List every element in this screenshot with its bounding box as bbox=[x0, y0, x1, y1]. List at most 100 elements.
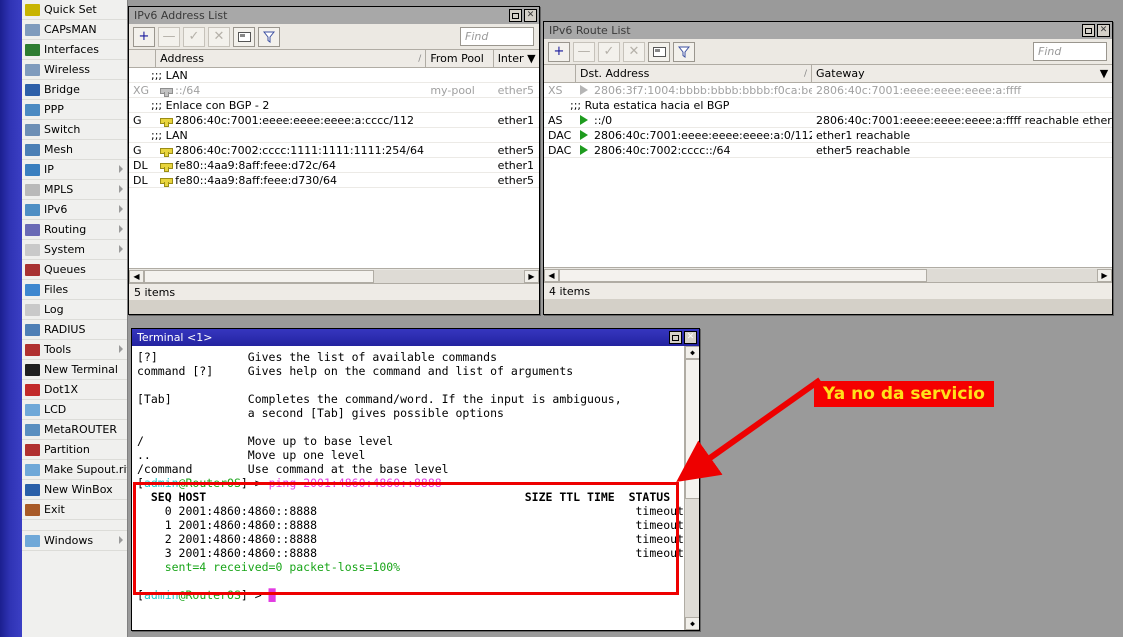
sidebar-item-metarouter[interactable]: MetaROUTER bbox=[22, 420, 127, 440]
sidebar-item-make-supout-rif[interactable]: Make Supout.rif bbox=[22, 460, 127, 480]
table-row[interactable]: XS2806:3f7:1004:bbbb:bbbb:bbbb:f0ca:bebe… bbox=[544, 83, 1112, 98]
terminal-scroll-thumb[interactable] bbox=[685, 359, 699, 499]
sidebar-item-mesh[interactable]: Mesh bbox=[22, 140, 127, 160]
address-col-flags[interactable] bbox=[129, 50, 156, 67]
sidebar-item-lcd[interactable]: LCD bbox=[22, 400, 127, 420]
address-window-maximize-icon[interactable] bbox=[509, 9, 522, 22]
sidebar-item-windows[interactable]: Windows bbox=[22, 531, 127, 551]
route-col-gateway[interactable]: Gateway bbox=[812, 65, 1096, 82]
comment-icon[interactable] bbox=[648, 42, 670, 62]
sidebar-item-system[interactable]: System bbox=[22, 240, 127, 260]
sidebar-item-switch[interactable]: Switch bbox=[22, 120, 127, 140]
table-row[interactable]: G2806:40c:7002:cccc:1111:1111:1111:254/6… bbox=[129, 143, 539, 158]
sidebar-item-routing[interactable]: Routing bbox=[22, 220, 127, 240]
ipv6-address-list-window[interactable]: IPv6 Address List ✕ + — ✓ ✕ Find Address… bbox=[128, 6, 540, 315]
row-interface: ether1 bbox=[494, 159, 539, 172]
address-column-chooser-icon[interactable]: ▼ bbox=[524, 50, 539, 67]
address-hscroll-left-icon[interactable]: ◀ bbox=[129, 270, 144, 283]
route-col-dst[interactable]: Dst. Address/ bbox=[576, 65, 812, 82]
sidebar-item-exit[interactable]: Exit bbox=[22, 500, 127, 520]
terminal-scroll-down-icon[interactable]: ◆ bbox=[685, 617, 699, 630]
table-row[interactable]: DAC2806:40c:7002:cccc::/64ether5 reachab… bbox=[544, 143, 1112, 158]
sidebar-item-log[interactable]: Log bbox=[22, 300, 127, 320]
chevron-right-icon bbox=[119, 205, 123, 213]
table-row[interactable]: DLfe80::4aa9:8aff:feee:d730/64ether5 bbox=[129, 173, 539, 188]
terminal-scroll-up-icon[interactable]: ◆ bbox=[685, 346, 699, 359]
table-row[interactable]: XG::/64my-poolether5 bbox=[129, 83, 539, 98]
table-row[interactable]: DAC2806:40c:7001:eeee:eeee:eeee:a:0/112e… bbox=[544, 128, 1112, 143]
sidebar-item-dot1x[interactable]: Dot1X bbox=[22, 380, 127, 400]
row-flags: XS bbox=[544, 84, 576, 97]
table-row-comment[interactable]: ;;; LAN bbox=[129, 68, 539, 83]
route-find-input[interactable]: Find bbox=[1033, 42, 1107, 61]
table-row-comment[interactable]: ;;; LAN bbox=[129, 128, 539, 143]
sidebar-item-new-terminal[interactable]: New Terminal bbox=[22, 360, 127, 380]
terminal-window[interactable]: Terminal <1> ✕ [?] Gives the list of ava… bbox=[131, 328, 700, 631]
comment-icon[interactable] bbox=[233, 27, 255, 47]
route-column-header[interactable]: Dst. Address/ Gateway ▼ bbox=[544, 65, 1112, 83]
route-hscroll-right-icon[interactable]: ▶ bbox=[1097, 269, 1112, 282]
enable-address-button[interactable]: ✓ bbox=[183, 27, 205, 47]
route-hscrollbar[interactable]: ◀ ▶ bbox=[544, 267, 1112, 282]
sidebar-item-capsman[interactable]: CAPsMAN bbox=[22, 20, 127, 40]
address-row-list[interactable]: ;;; LANXG::/64my-poolether5;;; Enlace co… bbox=[129, 68, 539, 268]
route-window-titlebar[interactable]: IPv6 Route List ✕ bbox=[544, 22, 1112, 39]
row-address: fe80::4aa9:8aff:feee:d730/64 bbox=[156, 174, 426, 187]
sidebar-item-new-winbox[interactable]: New WinBox bbox=[22, 480, 127, 500]
address-find-input[interactable]: Find bbox=[460, 27, 534, 46]
sidebar-item-ip[interactable]: IP bbox=[22, 160, 127, 180]
sidebar-item-queues[interactable]: Queues bbox=[22, 260, 127, 280]
terminal-titlebar[interactable]: Terminal <1> ✕ bbox=[132, 329, 699, 346]
sidebar-item-radius[interactable]: RADIUS bbox=[22, 320, 127, 340]
address-window-toolbar[interactable]: + — ✓ ✕ Find bbox=[129, 24, 539, 50]
address-column-header[interactable]: Address/ From Pool Interf ▼ bbox=[129, 50, 539, 68]
table-row[interactable]: G2806:40c:7001:eeee:eeee:eeee:a:cccc/112… bbox=[129, 113, 539, 128]
sidebar-item-tools[interactable]: Tools bbox=[22, 340, 127, 360]
disable-route-button[interactable]: ✕ bbox=[623, 42, 645, 62]
remove-address-button[interactable]: — bbox=[158, 27, 180, 47]
sidebar-item-interfaces[interactable]: Interfaces bbox=[22, 40, 127, 60]
table-row[interactable]: DLfe80::4aa9:8aff:feee:d72c/64ether1 bbox=[129, 158, 539, 173]
sidebar-item-files[interactable]: Files bbox=[22, 280, 127, 300]
address-col-address[interactable]: Address/ bbox=[156, 50, 426, 67]
address-window-titlebar[interactable]: IPv6 Address List ✕ bbox=[129, 7, 539, 24]
table-row-comment[interactable]: ;;; Ruta estatica hacia el BGP bbox=[544, 98, 1112, 113]
route-col-flags[interactable] bbox=[544, 65, 576, 82]
terminal-output-area[interactable]: [?] Gives the list of available commands… bbox=[132, 346, 699, 630]
route-window-toolbar[interactable]: + — ✓ ✕ Find bbox=[544, 39, 1112, 65]
route-row-list[interactable]: XS2806:3f7:1004:bbbb:bbbb:bbbb:f0ca:bebe… bbox=[544, 83, 1112, 267]
route-column-chooser-icon[interactable]: ▼ bbox=[1096, 65, 1112, 82]
address-col-interface[interactable]: Interf bbox=[494, 50, 524, 67]
disable-address-button[interactable]: ✕ bbox=[208, 27, 230, 47]
add-route-button[interactable]: + bbox=[548, 42, 570, 62]
terminal-close-icon[interactable]: ✕ bbox=[684, 331, 697, 344]
route-window-close-icon[interactable]: ✕ bbox=[1097, 24, 1110, 37]
terminal-vscrollbar[interactable]: ◆ ◆ bbox=[684, 346, 699, 630]
route-window-maximize-icon[interactable] bbox=[1082, 24, 1095, 37]
row-interface: ether5 bbox=[494, 144, 539, 157]
address-hscrollbar[interactable]: ◀ ▶ bbox=[129, 268, 539, 283]
filter-icon[interactable] bbox=[673, 42, 695, 62]
route-hscroll-left-icon[interactable]: ◀ bbox=[544, 269, 559, 282]
address-window-close-icon[interactable]: ✕ bbox=[524, 9, 537, 22]
enable-route-button[interactable]: ✓ bbox=[598, 42, 620, 62]
sidebar-item-ipv6[interactable]: IPv6 bbox=[22, 200, 127, 220]
sidebar-item-quick-set[interactable]: Quick Set bbox=[22, 0, 127, 20]
sidebar-item-bridge[interactable]: Bridge bbox=[22, 80, 127, 100]
address-hscroll-right-icon[interactable]: ▶ bbox=[524, 270, 539, 283]
sidebar-item-mpls[interactable]: MPLS bbox=[22, 180, 127, 200]
chevron-right-icon bbox=[119, 345, 123, 353]
exit-icon bbox=[25, 503, 40, 517]
address-col-frompool[interactable]: From Pool bbox=[426, 50, 493, 67]
remove-route-button[interactable]: — bbox=[573, 42, 595, 62]
terminal-maximize-icon[interactable] bbox=[669, 331, 682, 344]
table-row[interactable]: AS::/02806:40c:7001:eeee:eeee:eeee:a:fff… bbox=[544, 113, 1112, 128]
sidebar-item-ppp[interactable]: PPP bbox=[22, 100, 127, 120]
main-menu-sidebar[interactable]: Quick SetCAPsMANInterfacesWirelessBridge… bbox=[22, 0, 128, 637]
sidebar-item-partition[interactable]: Partition bbox=[22, 440, 127, 460]
filter-icon[interactable] bbox=[258, 27, 280, 47]
table-row-comment[interactable]: ;;; Enlace con BGP - 2 bbox=[129, 98, 539, 113]
add-address-button[interactable]: + bbox=[133, 27, 155, 47]
sidebar-item-wireless[interactable]: Wireless bbox=[22, 60, 127, 80]
ipv6-route-list-window[interactable]: IPv6 Route List ✕ + — ✓ ✕ Find Dst. Addr… bbox=[543, 21, 1113, 315]
